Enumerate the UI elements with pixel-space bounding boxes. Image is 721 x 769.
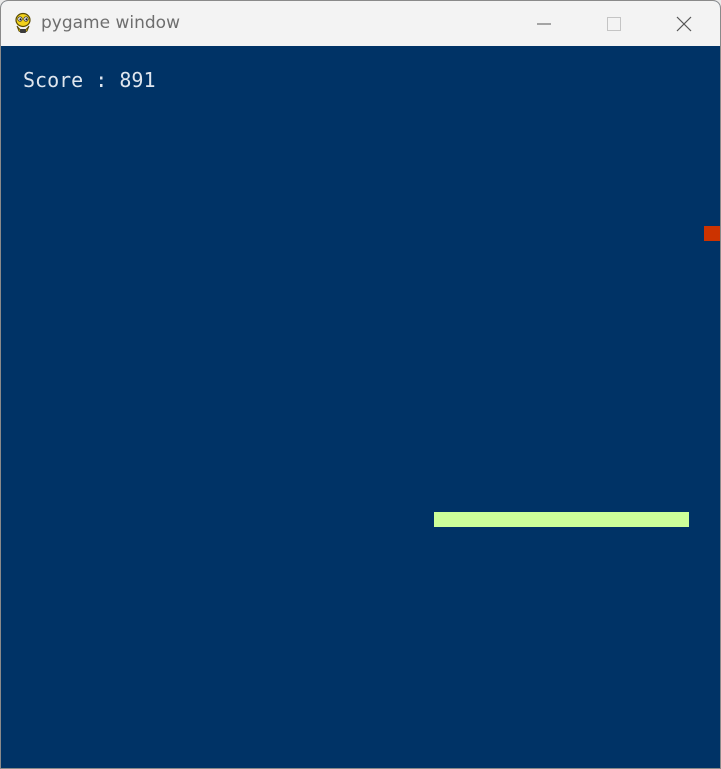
score-label: Score xyxy=(23,68,84,92)
close-icon xyxy=(675,15,693,33)
window-title: pygame window xyxy=(41,13,180,33)
minimize-icon xyxy=(536,16,552,32)
pygame-window: pygame window Score : 891 xyxy=(0,0,721,769)
maximize-icon xyxy=(606,16,622,32)
game-canvas[interactable]: Score : 891 xyxy=(1,46,720,768)
maximize-button[interactable] xyxy=(591,1,637,46)
minimize-button[interactable] xyxy=(521,1,567,46)
pygame-snake-icon xyxy=(11,11,35,35)
title-bar[interactable]: pygame window xyxy=(1,1,720,46)
score-display: Score : 891 xyxy=(23,68,155,92)
close-button[interactable] xyxy=(661,1,707,46)
score-separator: : xyxy=(95,68,108,92)
score-value: 891 xyxy=(119,68,156,92)
ball xyxy=(704,226,720,241)
paddle xyxy=(434,512,689,527)
